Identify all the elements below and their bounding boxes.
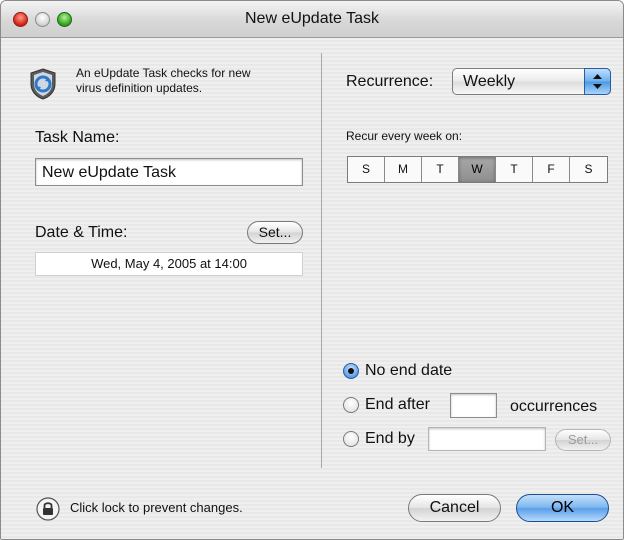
- info-text-line2: virus definition updates.: [76, 81, 203, 95]
- recurrence-selected: Weekly: [463, 73, 516, 90]
- end-by-date-field[interactable]: [428, 427, 546, 451]
- popup-arrows-icon: [584, 68, 611, 95]
- end-by-label: End by: [365, 430, 415, 447]
- recurrence-popup[interactable]: Weekly: [452, 68, 611, 95]
- weekday-button[interactable]: S: [570, 157, 607, 182]
- weekday-button[interactable]: T: [496, 157, 533, 182]
- dialog-window: New eUpdate Task An eUpdate Task checks …: [0, 0, 624, 540]
- weekday-button[interactable]: S: [348, 157, 385, 182]
- vertical-divider: [321, 53, 322, 468]
- end-after-label: End after: [365, 396, 430, 413]
- weekday-button[interactable]: T: [422, 157, 459, 182]
- shield-update-icon: [29, 68, 57, 100]
- occurrences-label: occurrences: [510, 398, 598, 415]
- date-time-set-button[interactable]: Set...: [247, 221, 303, 244]
- date-time-value: Wed, May 4, 2005 at 14:00: [35, 252, 303, 276]
- ok-button[interactable]: OK: [516, 494, 609, 522]
- recur-every-label: Recur every week on:: [346, 129, 463, 143]
- task-name-label: Task Name:: [35, 129, 120, 146]
- weekday-button-selected[interactable]: W: [459, 157, 496, 182]
- recurrence-label: Recurrence:: [346, 73, 434, 90]
- end-by-set-button[interactable]: Set...: [555, 429, 611, 451]
- lock-icon[interactable]: [36, 497, 60, 521]
- cancel-button[interactable]: Cancel: [408, 494, 501, 522]
- info-text: An eUpdate Task checks for new virus def…: [76, 66, 251, 96]
- end-by-radio[interactable]: [343, 431, 359, 447]
- weekday-button[interactable]: M: [385, 157, 422, 182]
- weekday-button[interactable]: F: [533, 157, 570, 182]
- no-end-date-label: No end date: [365, 362, 453, 379]
- info-text-line1: An eUpdate Task checks for new: [76, 66, 251, 80]
- task-name-value: New eUpdate Task: [42, 164, 176, 181]
- date-time-label: Date & Time:: [35, 224, 128, 241]
- occurrences-field[interactable]: [450, 393, 497, 418]
- no-end-date-radio[interactable]: [343, 363, 359, 379]
- window-title: New eUpdate Task: [245, 10, 379, 27]
- weekday-selector: S M T W T F S: [347, 156, 608, 183]
- title-bar[interactable]: New eUpdate Task: [1, 1, 623, 38]
- dialog-content: An eUpdate Task checks for new virus def…: [1, 38, 623, 539]
- lock-text: Click lock to prevent changes.: [70, 500, 243, 515]
- end-after-radio[interactable]: [343, 397, 359, 413]
- task-name-field[interactable]: New eUpdate Task: [35, 158, 303, 186]
